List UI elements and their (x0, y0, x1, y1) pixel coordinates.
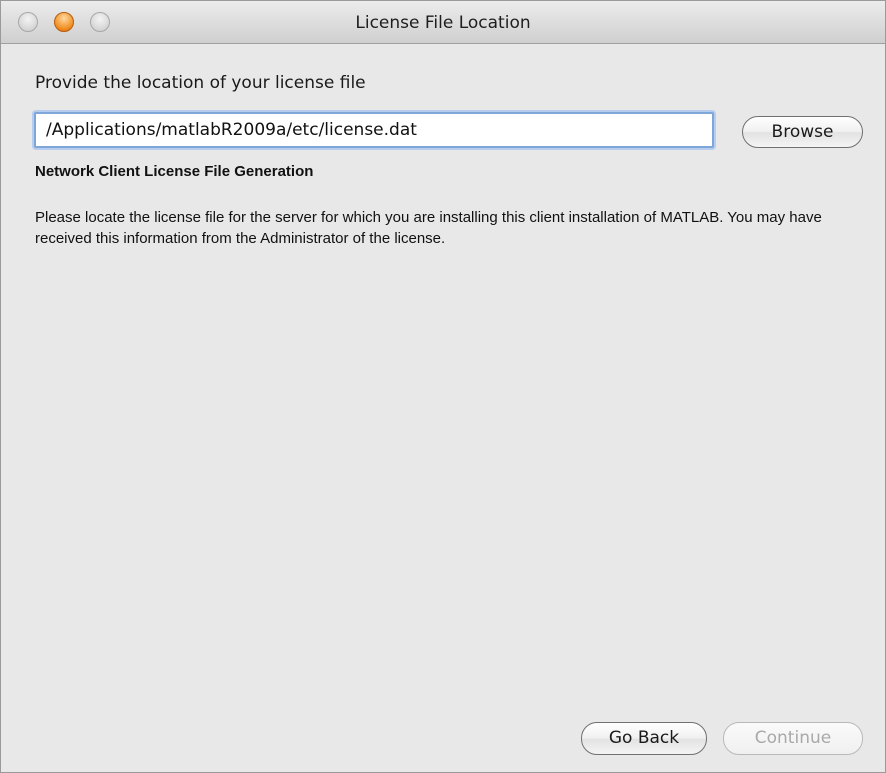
license-location-prompt: Provide the location of your license fil… (35, 73, 366, 93)
continue-button[interactable]: Continue (723, 722, 863, 755)
license-file-location-window: License File Location Provide the locati… (0, 0, 886, 773)
section-heading: Network Client License File Generation (35, 163, 314, 180)
window-title: License File Location (355, 13, 531, 33)
browse-button[interactable]: Browse (742, 116, 863, 148)
description-text: Please locate the license file for the s… (35, 209, 822, 247)
license-path-field[interactable] (34, 112, 714, 148)
go-back-button[interactable]: Go Back (581, 722, 707, 755)
title-bar[interactable]: License File Location (1, 1, 885, 44)
